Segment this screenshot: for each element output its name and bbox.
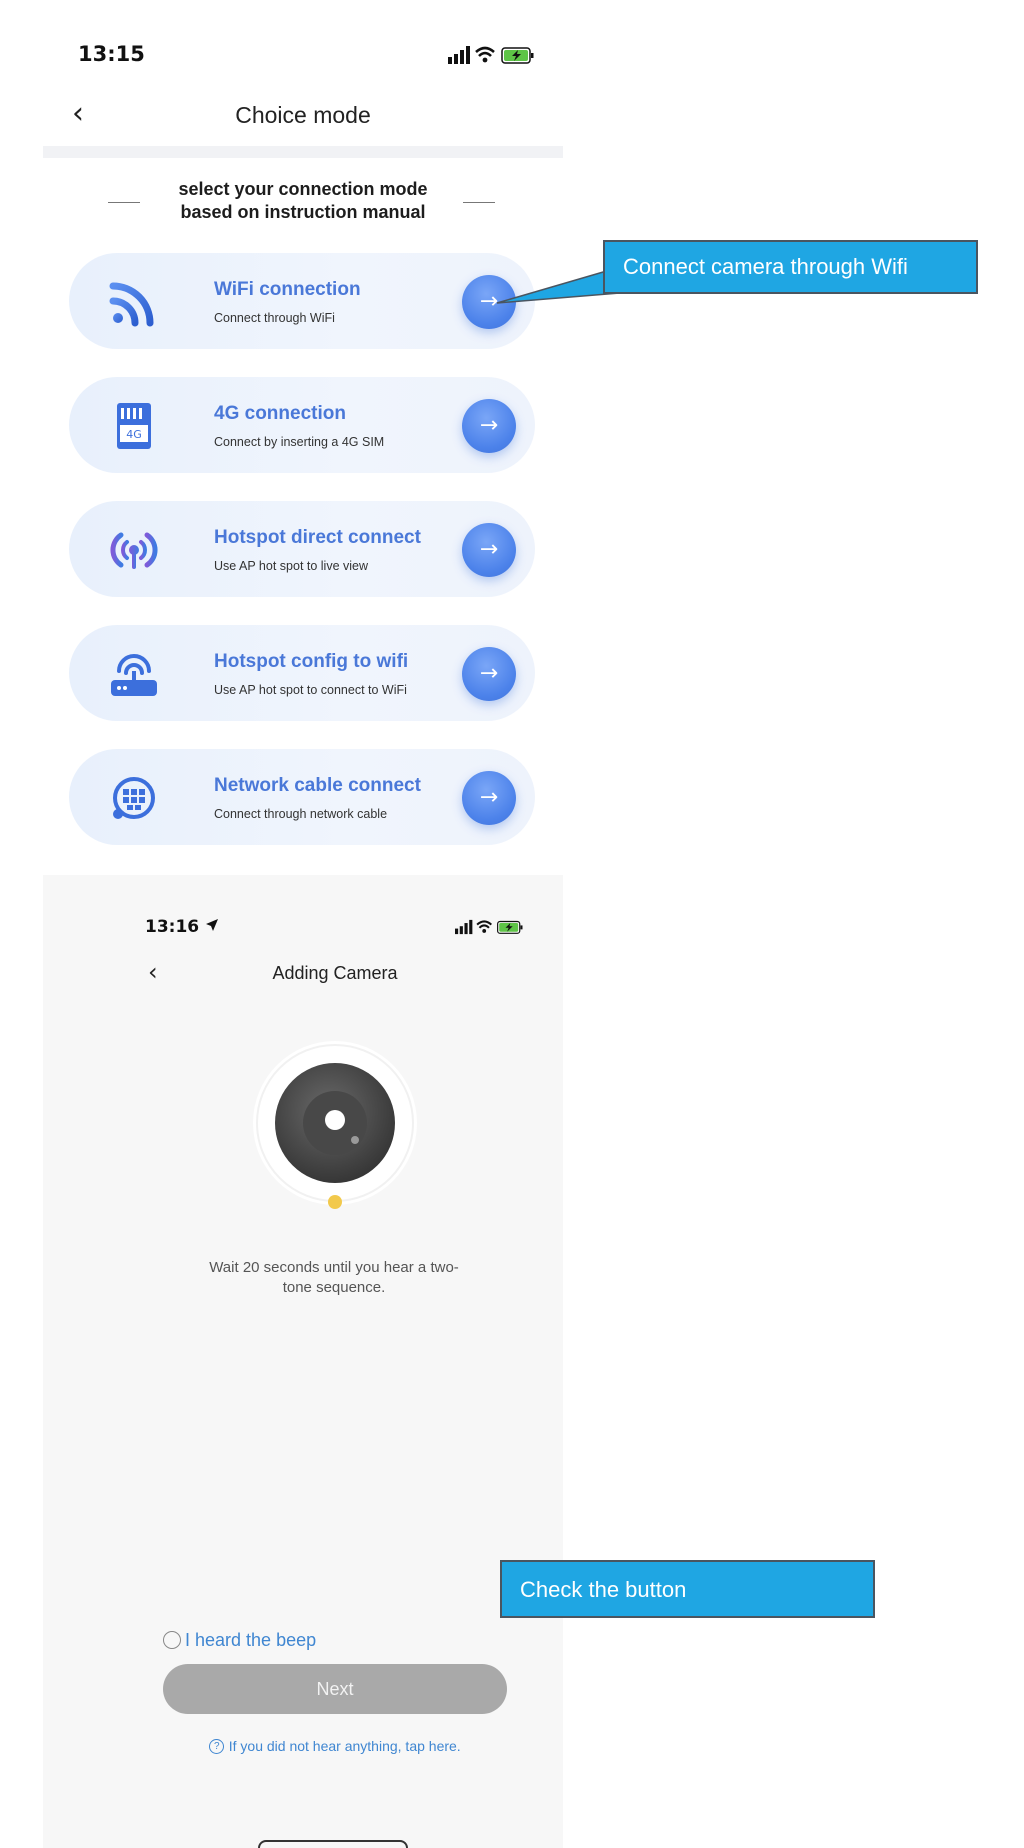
camera-icon (253, 1041, 417, 1209)
wifi-callout: Connect camera through Wifi (603, 240, 978, 294)
heard-beep-checkbox[interactable]: I heard the beep (163, 1628, 316, 1652)
status-time-2: 13:16 (145, 917, 219, 937)
location-arrow-icon (206, 919, 219, 931)
help-link[interactable]: ? If you did not hear anything, tap here… (163, 1738, 507, 1756)
next-button[interactable]: Next (163, 1664, 507, 1714)
indicator-light-icon (328, 1195, 342, 1209)
camera-illustration (252, 1040, 418, 1230)
wait-message-line1: Wait 20 seconds until you hear a two- (209, 1259, 459, 1276)
status-icons-2 (455, 918, 530, 936)
heard-beep-label: I heard the beep (185, 1629, 317, 1650)
radio-circle-icon[interactable] (163, 1631, 181, 1649)
home-indicator (258, 1840, 408, 1848)
question-mark-icon: ? (209, 1739, 225, 1755)
signal-wifi-battery-icon (455, 919, 523, 935)
back-button-2[interactable]: ‹ (148, 958, 158, 986)
status-time-text: 13:16 (145, 917, 200, 937)
wait-message-line2: tone sequence. (282, 1279, 386, 1296)
button-callout: Check the button (500, 1560, 875, 1618)
page-title-2: Adding Camera (272, 963, 398, 983)
chevron-left-icon: ‹ (148, 958, 158, 986)
help-text: If you did not hear anything, tap here. (228, 1738, 461, 1754)
wait-message: Wait 20 seconds until you hear a two- to… (154, 1258, 514, 1298)
